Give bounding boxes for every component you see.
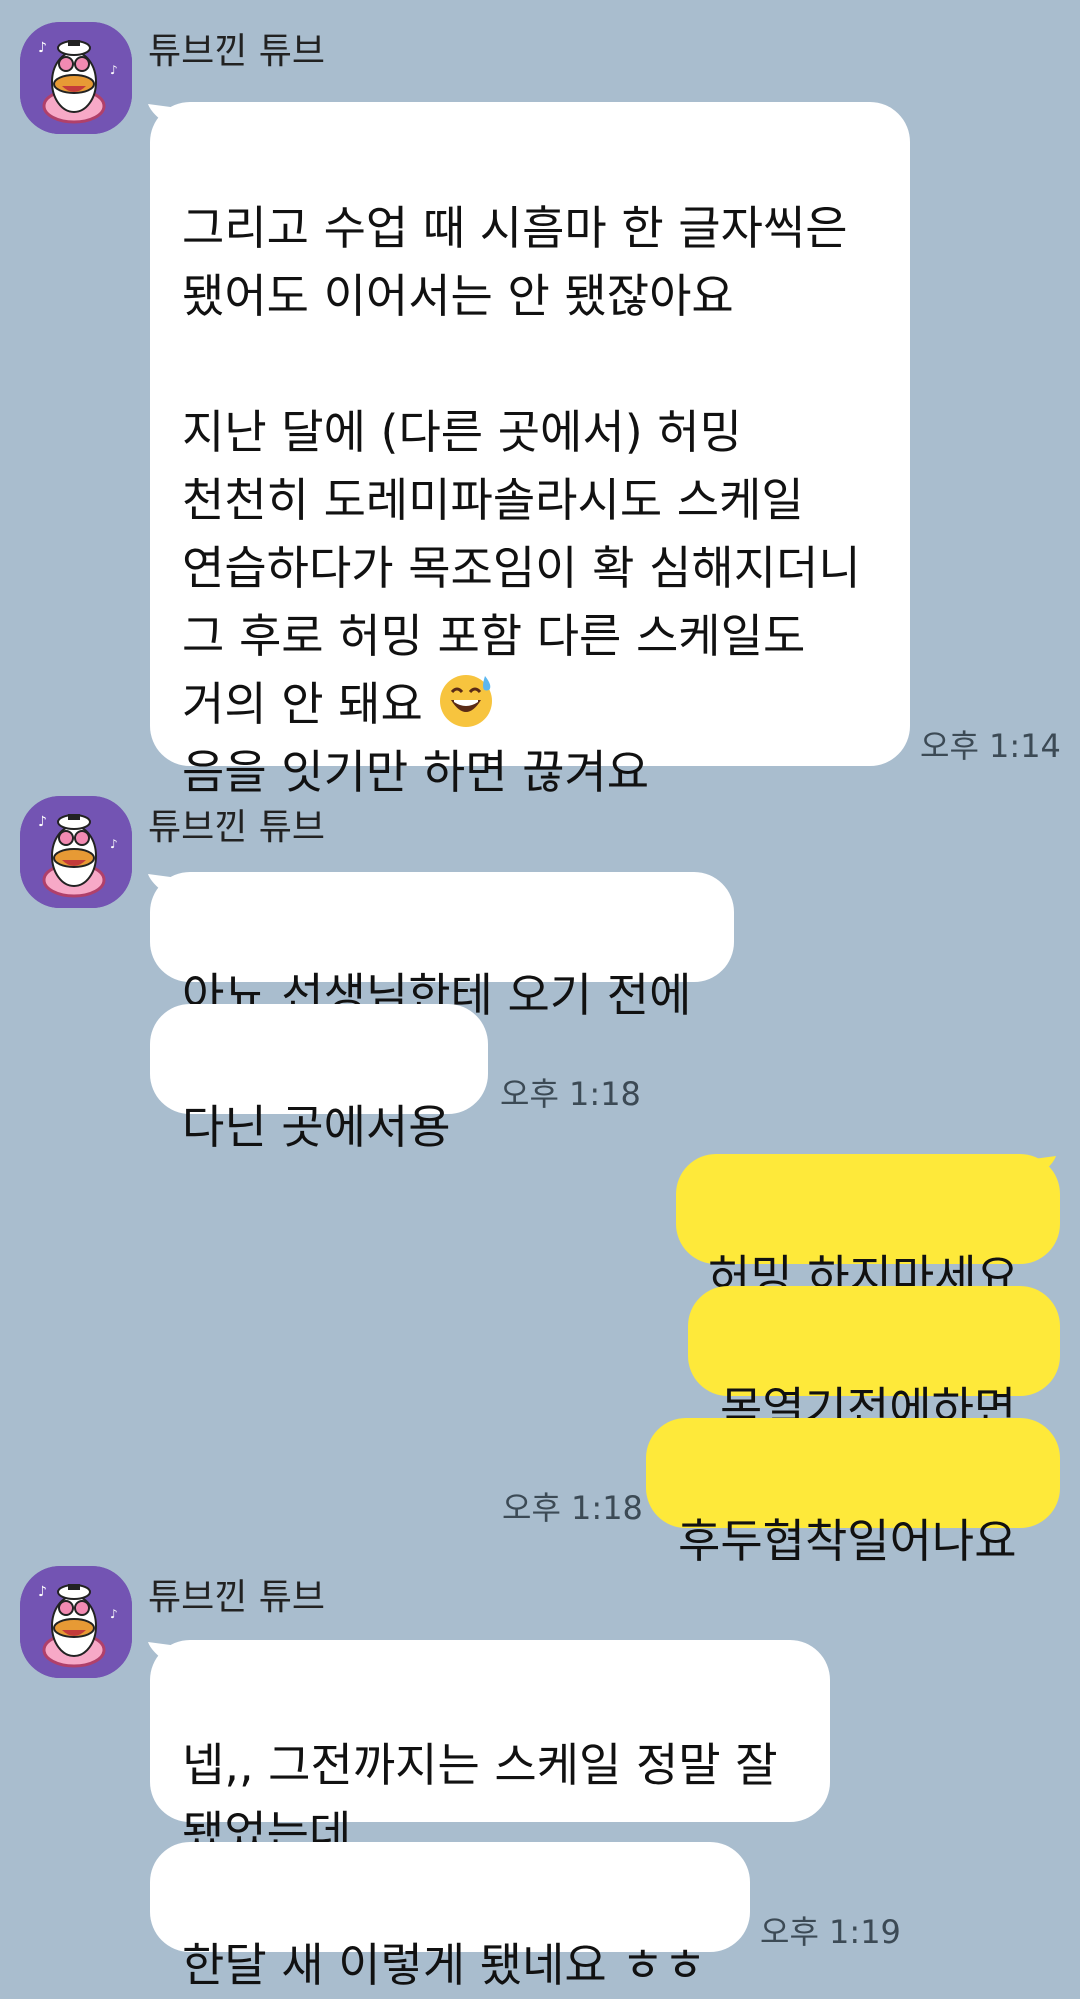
svg-text:♪: ♪ — [38, 814, 47, 830]
message-bubble[interactable]: 그리고 수업 때 시흠마 한 글자씩은 됐어도 이어서는 안 됐잖아요 지난 달… — [150, 102, 910, 799]
svg-text:♪: ♪ — [38, 1584, 47, 1600]
chat-screen: ♪ ♪ 튜브낀 튜브 그리고 수업 때 시흠마 한 글자씩은 됐어도 이어서는 … — [0, 0, 1080, 1992]
message-text: 한달 새 이렇게 됐네요 ㅎㅎ — [182, 1938, 707, 1992]
message-timestamp: 오후 1:14 — [920, 727, 1061, 765]
sweat-smile-emoji-icon — [440, 675, 493, 727]
sender-avatar[interactable]: ♪ ♪ — [20, 1566, 132, 1678]
svg-text:♪: ♪ — [38, 40, 47, 56]
sender-avatar[interactable]: ♪ ♪ — [20, 796, 132, 908]
message-bubble[interactable]: 아뇨 선생님한테 오기 전에 — [150, 872, 734, 1022]
message-text: 음을 잇기만 하면 끊겨요 — [182, 745, 650, 799]
message-bubble[interactable]: 허밍 하지마세요 — [676, 1154, 1060, 1304]
message-bubble[interactable]: 목열기전에하면 — [688, 1286, 1060, 1436]
message-bubble[interactable]: 후두협착일어나요 — [646, 1418, 1060, 1568]
sender-name: 튜브낀 튜브 — [148, 807, 326, 848]
duck-character-icon: ♪ ♪ — [20, 1566, 132, 1678]
message-bubble[interactable]: 넵,, 그전까지는 스케일 정말 잘 됐었는데 — [150, 1640, 830, 1860]
message-text: 다닌 곳에서용 — [182, 1100, 451, 1154]
duck-character-icon: ♪ ♪ — [20, 796, 132, 908]
message-timestamp: 오후 1:18 — [502, 1489, 643, 1527]
svg-text:♪: ♪ — [110, 1607, 118, 1621]
svg-text:♪: ♪ — [110, 837, 118, 851]
message-timestamp: 오후 1:18 — [500, 1075, 641, 1113]
message-bubble[interactable]: 한달 새 이렇게 됐네요 ㅎㅎ — [150, 1842, 750, 1992]
duck-character-icon: ♪ ♪ — [20, 22, 132, 134]
message-text: 그리고 수업 때 시흠마 한 글자씩은 됐어도 이어서는 안 됐잖아요 지난 달… — [182, 201, 861, 731]
message-text: 후두협착일어나요 — [678, 1514, 1017, 1568]
sender-name: 튜브낀 튜브 — [148, 31, 326, 72]
svg-text:♪: ♪ — [110, 63, 118, 77]
sender-avatar[interactable]: ♪ ♪ — [20, 22, 132, 134]
message-bubble[interactable]: 다닌 곳에서용 — [150, 1004, 488, 1154]
message-timestamp: 오후 1:19 — [760, 1913, 901, 1951]
sender-name: 튜브낀 튜브 — [148, 1577, 326, 1618]
